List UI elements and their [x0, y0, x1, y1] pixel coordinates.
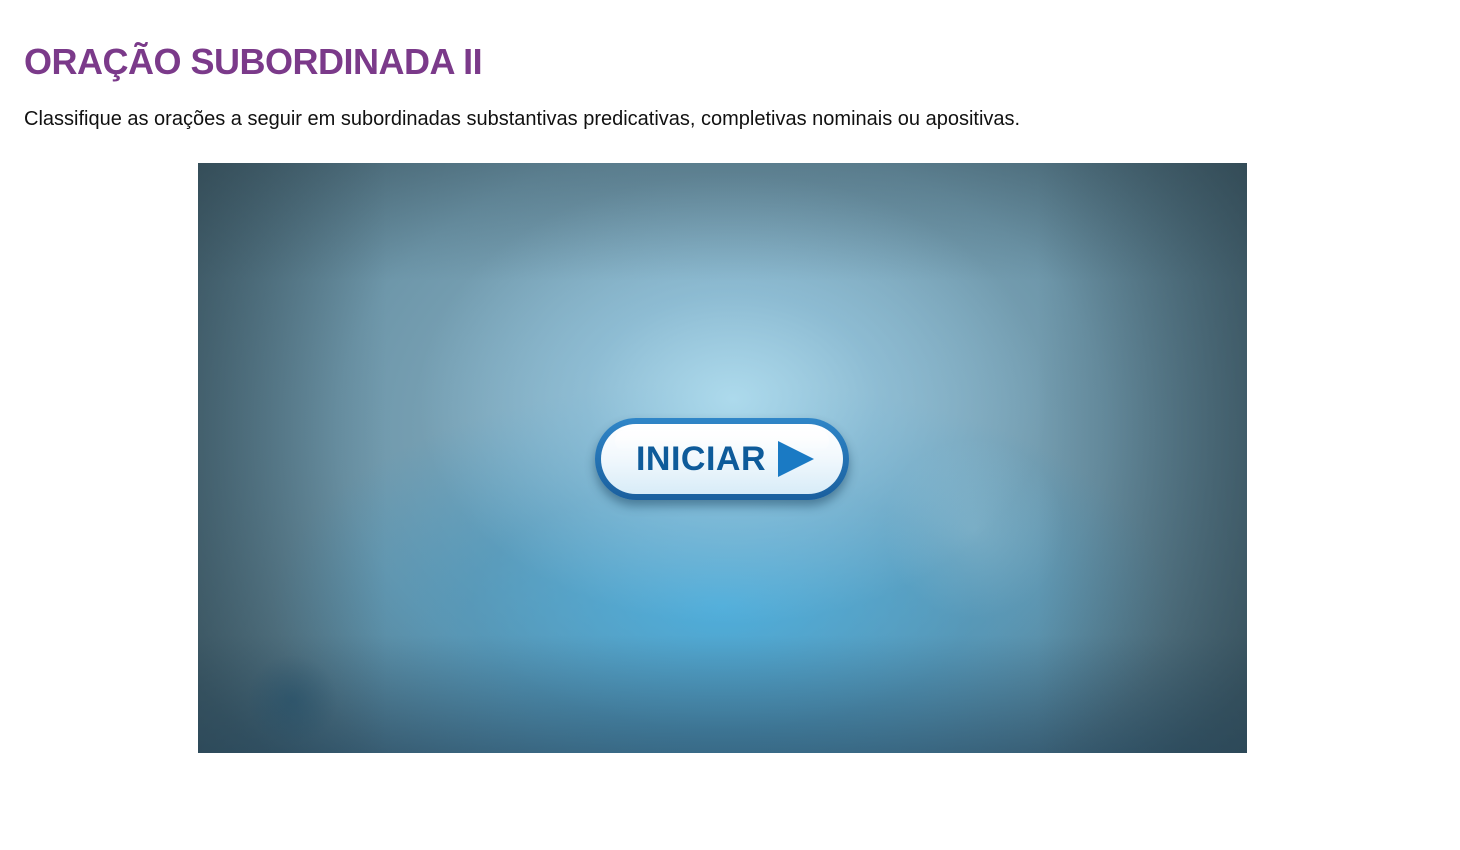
- instruction-text: Classifique as orações a seguir em subor…: [24, 108, 1021, 130]
- page: ORAÇÃO SUBORDINADA II Classifique as ora…: [0, 0, 1460, 850]
- page-title: ORAÇÃO SUBORDINADA II: [24, 41, 483, 82]
- play-icon: [778, 441, 815, 477]
- activity-stage: INICIAR: [198, 163, 1247, 753]
- start-button-face: INICIAR: [601, 424, 843, 494]
- start-button-label: INICIAR: [635, 440, 767, 478]
- start-button[interactable]: INICIAR: [595, 418, 849, 500]
